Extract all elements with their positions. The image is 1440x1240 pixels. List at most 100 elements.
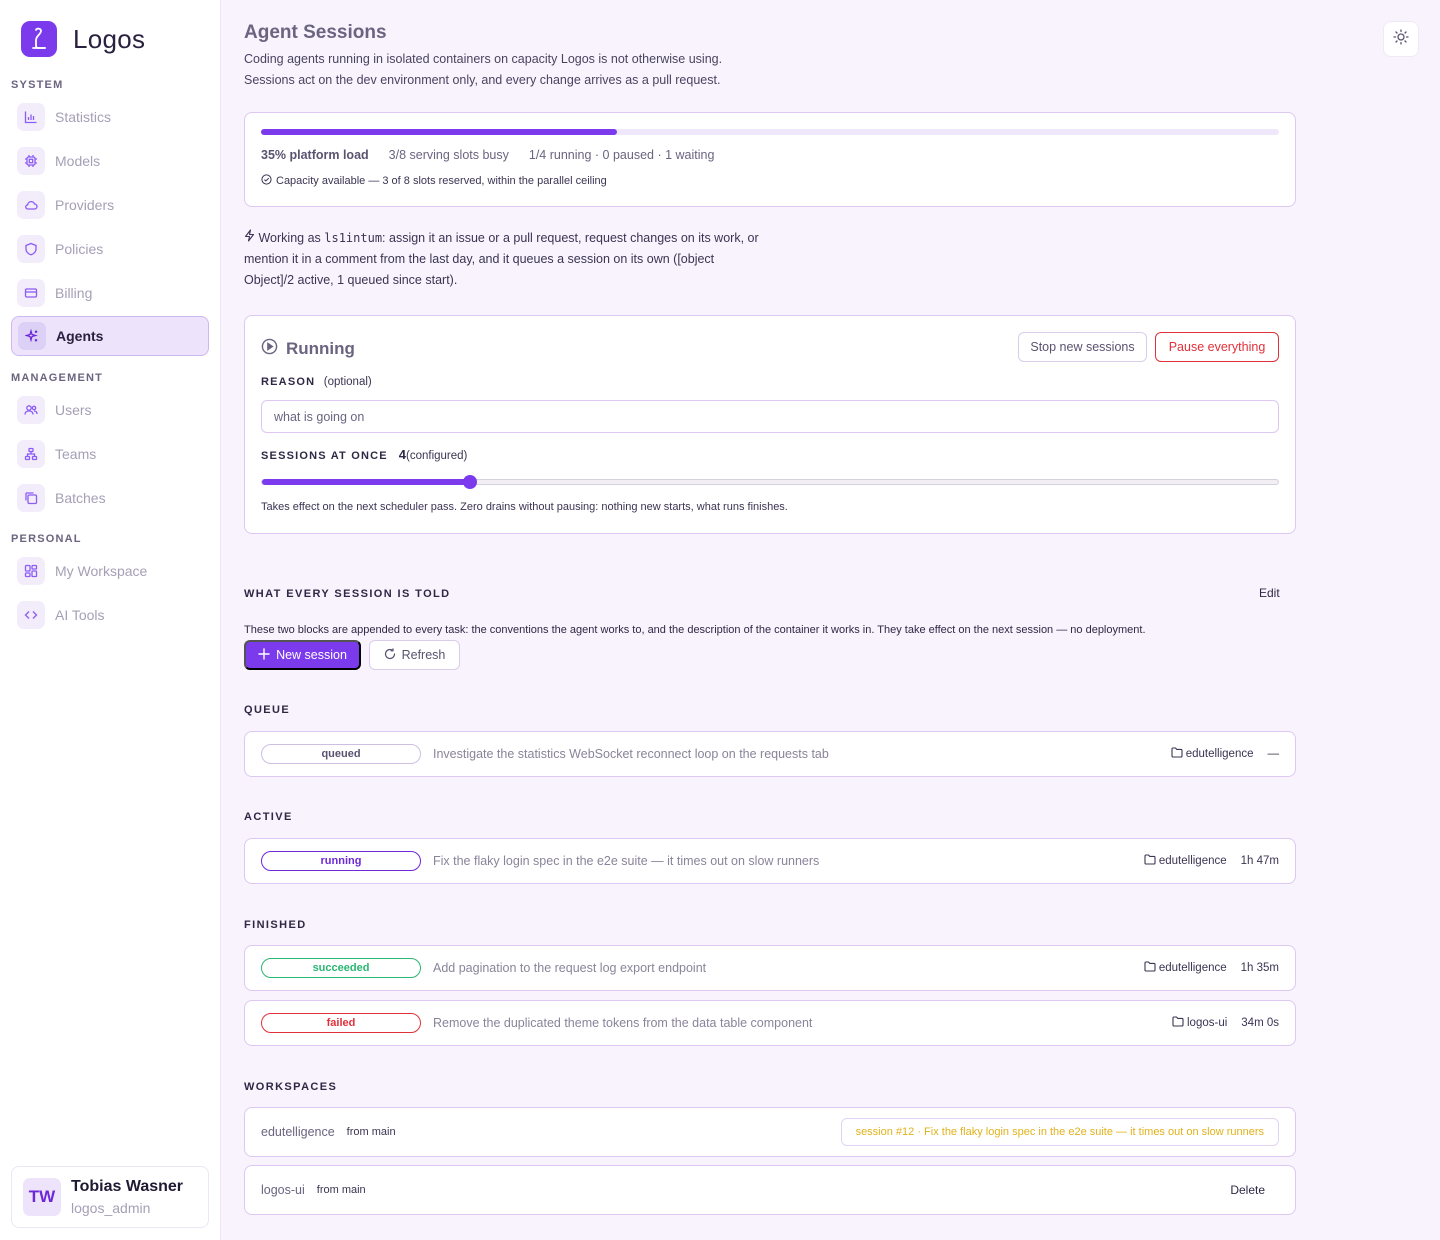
scheduler-state-label: Running xyxy=(286,339,355,358)
sidebar-item-users[interactable]: Users xyxy=(11,390,209,430)
active-section-label: ACTIVE xyxy=(244,811,293,823)
sidebar-item-label: Batches xyxy=(55,490,106,506)
repo-name: logos-ui xyxy=(1187,1017,1228,1029)
sessions-label-text: SESSIONS AT ONCE xyxy=(261,450,388,462)
sidebar-item-label: Agents xyxy=(56,328,104,344)
hierarchy-icon xyxy=(17,440,45,468)
status-badge: queued xyxy=(261,744,421,764)
workspace-row[interactable]: edutelligence from main session #12 · Fi… xyxy=(244,1107,1296,1157)
session-repo: edutelligence xyxy=(1144,854,1227,868)
scheduler-control-card: Running Stop new sessions Pause everythi… xyxy=(244,315,1296,534)
session-row[interactable]: succeeded Add pagination to the request … xyxy=(244,945,1296,991)
page-description-line: Coding agents running in isolated contai… xyxy=(244,52,723,66)
sessions-slider[interactable] xyxy=(261,475,1279,489)
refresh-label: Refresh xyxy=(401,648,446,662)
session-row[interactable]: failed Remove the duplicated theme token… xyxy=(244,1000,1296,1046)
prompt-section-label: WHAT EVERY SESSION IS TOLD xyxy=(244,588,451,600)
page-description: Coding agents running in isolated contai… xyxy=(244,49,864,91)
scheduler-state: Running xyxy=(261,338,355,360)
sidebar-item-agents[interactable]: Agents xyxy=(11,316,209,356)
workspace-branch: from main xyxy=(316,1184,366,1196)
folder-icon xyxy=(1144,854,1156,868)
grid-icon xyxy=(17,557,45,585)
sessions-slider-thumb[interactable] xyxy=(463,475,478,489)
repo-name: edutelligence xyxy=(1185,748,1254,760)
sidebar-item-label: AI Tools xyxy=(55,607,105,623)
sidebar-item-ai-tools[interactable]: AI Tools xyxy=(11,595,209,635)
workspace-row[interactable]: logos-ui from main Delete xyxy=(244,1165,1296,1215)
page-title: Agent Sessions xyxy=(244,22,387,43)
bolt-icon xyxy=(244,229,255,245)
sessions-note: Takes effect on the next scheduler pass.… xyxy=(261,501,788,513)
session-title: Remove the duplicated theme tokens from … xyxy=(433,1016,813,1030)
session-duration: 1h 47m xyxy=(1240,855,1279,867)
edit-prompt-button[interactable]: Edit xyxy=(1259,586,1280,600)
refresh-icon xyxy=(384,647,396,663)
sidebar: Logos SYSTEM Statistics Models Providers… xyxy=(0,0,221,1240)
brand[interactable]: Logos xyxy=(21,21,145,57)
session-title: Add pagination to the request log export… xyxy=(433,961,707,975)
sidebar-item-label: My Workspace xyxy=(55,563,148,579)
session-duration: 34m 0s xyxy=(1241,1017,1279,1029)
session-meta: edutelligence — xyxy=(1171,732,1279,776)
working-prefix: Working as xyxy=(258,231,325,245)
session-repo: edutelligence xyxy=(1144,961,1227,975)
workspace-session-badge[interactable]: session #12 · Fix the flaky login spec i… xyxy=(840,1118,1279,1146)
bar-chart-icon xyxy=(17,103,45,131)
stop-new-sessions-button[interactable]: Stop new sessions xyxy=(1018,332,1147,362)
sessions-at-once-label: SESSIONS AT ONCE 4 (configured) xyxy=(261,447,467,462)
nav-section-management: MANAGEMENT xyxy=(11,372,104,384)
session-repo: logos-ui xyxy=(1172,1016,1227,1030)
capacity-note: Capacity available — 3 of 8 slots reserv… xyxy=(261,174,607,188)
theme-toggle-button[interactable] xyxy=(1383,21,1419,57)
page-description-line: Sessions act on the dev environment only… xyxy=(244,73,721,87)
refresh-button[interactable]: Refresh xyxy=(369,640,460,670)
sun-icon xyxy=(1393,28,1409,50)
sidebar-item-providers[interactable]: Providers xyxy=(11,185,209,225)
session-row[interactable]: queued Investigate the statistics WebSoc… xyxy=(244,731,1296,777)
sessions-hint: (configured) xyxy=(406,450,468,462)
sidebar-item-label: Teams xyxy=(55,446,97,462)
repo-name: edutelligence xyxy=(1158,855,1227,867)
nav-section-system: SYSTEM xyxy=(11,79,64,91)
platform-load-bar xyxy=(261,129,1279,135)
queue-section-label: QUEUE xyxy=(244,704,291,716)
pause-everything-button[interactable]: Pause everything xyxy=(1155,332,1279,362)
session-row[interactable]: running Fix the flaky login spec in the … xyxy=(244,838,1296,884)
working-as-text: Working as ls1intum: assign it an issue … xyxy=(244,228,764,291)
reason-input[interactable]: what is going on xyxy=(261,400,1279,433)
workspace-name: logos-ui xyxy=(261,1183,305,1197)
reason-label: REASON (optional) xyxy=(261,376,372,388)
session-counts-text: 1/4 running · 0 paused · 1 waiting xyxy=(528,148,715,162)
sidebar-item-models[interactable]: Models xyxy=(11,141,209,181)
credit-card-icon xyxy=(17,279,45,307)
workspace-info: logos-ui from main xyxy=(261,1166,366,1214)
sidebar-item-label: Statistics xyxy=(55,109,112,125)
sidebar-item-teams[interactable]: Teams xyxy=(11,434,209,474)
sidebar-item-label: Providers xyxy=(55,197,115,213)
sidebar-item-billing[interactable]: Billing xyxy=(11,273,209,313)
delete-workspace-button[interactable]: Delete xyxy=(1230,1166,1265,1214)
session-title: Investigate the statistics WebSocket rec… xyxy=(433,747,829,761)
finished-section-label: FINISHED xyxy=(244,919,307,931)
sidebar-item-policies[interactable]: Policies xyxy=(11,229,209,269)
workspaces-section-label: WORKSPACES xyxy=(244,1081,338,1093)
sidebar-item-batches[interactable]: Batches xyxy=(11,478,209,518)
session-meta: logos-ui 34m 0s xyxy=(1172,1001,1279,1045)
session-meta: edutelligence 1h 47m xyxy=(1144,839,1279,883)
plus-icon xyxy=(258,647,270,663)
sidebar-item-label: Billing xyxy=(55,285,93,301)
session-duration: 1h 35m xyxy=(1240,962,1279,974)
user-handle: logos_admin xyxy=(71,1200,151,1216)
capacity-card: 35% platform load 3/8 serving slots busy… xyxy=(244,112,1296,207)
chip-icon xyxy=(17,147,45,175)
new-session-button[interactable]: New session xyxy=(244,640,361,670)
sidebar-item-label: Policies xyxy=(55,241,104,257)
status-badge: succeeded xyxy=(261,958,421,978)
code-icon xyxy=(17,601,45,629)
user-card[interactable]: TW Tobias Wasner logos_admin xyxy=(11,1166,209,1228)
sidebar-item-statistics[interactable]: Statistics xyxy=(11,97,209,137)
workspace-branch: from main xyxy=(346,1126,396,1138)
user-name: Tobias Wasner xyxy=(71,1178,184,1195)
sidebar-item-workspace[interactable]: My Workspace xyxy=(11,551,209,591)
